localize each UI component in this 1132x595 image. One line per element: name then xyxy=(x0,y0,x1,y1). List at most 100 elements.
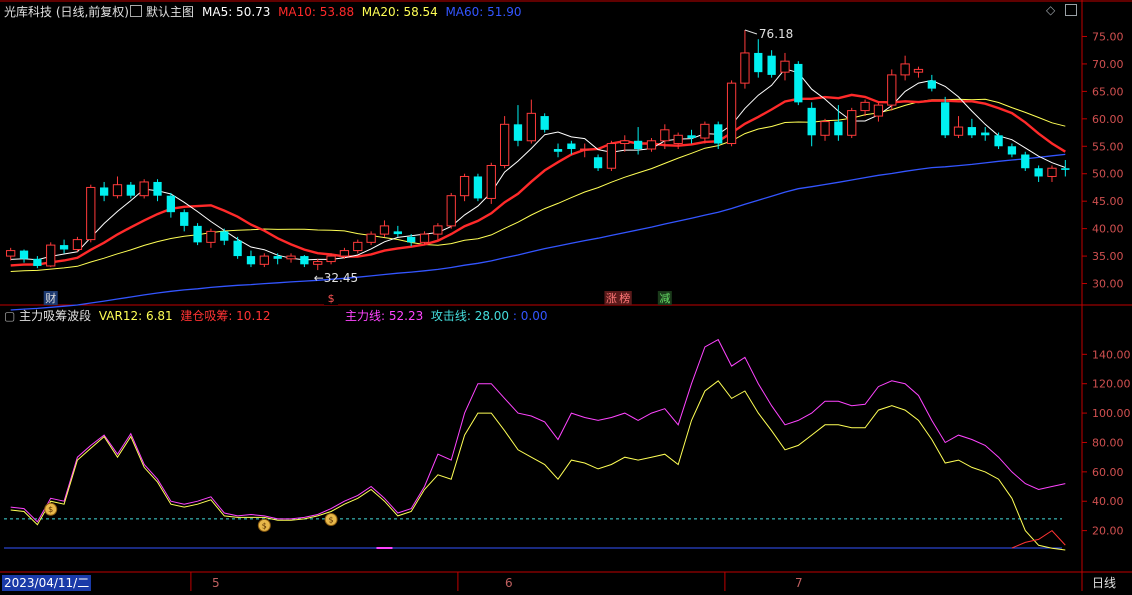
money-bag-symbol: $ xyxy=(48,505,53,514)
ind-y-tick-label: 60.00 xyxy=(1092,466,1124,479)
candle-body-down xyxy=(994,135,1003,147)
candle-body-down xyxy=(407,236,416,243)
y-tick-label: 40.00 xyxy=(1092,223,1124,236)
ma5-line xyxy=(10,68,1066,261)
candle-body-up xyxy=(820,121,830,136)
candle-body-down xyxy=(246,256,256,265)
candle-body-down xyxy=(513,124,523,141)
candle-body-down xyxy=(166,195,176,213)
candle-body-down xyxy=(754,52,763,73)
ma20-line xyxy=(10,98,1066,272)
candle-body-up xyxy=(86,186,96,241)
ma10-line xyxy=(10,93,1066,267)
candle-body-up xyxy=(860,101,870,112)
y-tick-label: 75.00 xyxy=(1092,30,1124,43)
stock-chart-window[interactable]: 30.00 35.00 40.00 45.00 50.00 55.00 60.00 65.00… xyxy=(0,0,1132,595)
date-cursor-label: 2023/04/11/二 xyxy=(2,575,92,591)
zhuli-label: 主力线: 52.23 xyxy=(345,309,424,323)
jiancang-label: 建仓吸筹: 10.12 xyxy=(180,309,271,323)
candle-body-down xyxy=(153,181,162,196)
candle-body-down xyxy=(794,63,803,103)
indicator-header: ▢ 主力吸筹波段 VAR12: 6.81 建仓吸筹: 10.12 xyxy=(4,308,271,324)
candle-body-up xyxy=(700,123,710,139)
y-tick-label: 50.00 xyxy=(1092,168,1124,181)
chart-canvas[interactable]: 30.00 35.00 40.00 45.00 50.00 55.00 60.00 65.00… xyxy=(0,0,1132,595)
template-label: 默认主图 xyxy=(146,5,195,19)
candle-body-down xyxy=(180,212,189,226)
candle-body-up xyxy=(726,82,737,145)
ind-y-tick-label: 140.00 xyxy=(1092,348,1131,361)
y-tick-label: 65.00 xyxy=(1092,85,1124,98)
candle-body-up xyxy=(206,230,216,243)
candle-body-up xyxy=(112,184,123,197)
y-tick-label: 60.00 xyxy=(1092,113,1124,126)
candle-body-down xyxy=(59,245,69,250)
candle-body-down xyxy=(553,149,563,152)
candle-body-up xyxy=(499,123,510,166)
candle-body-up xyxy=(433,225,443,235)
candle-body-up xyxy=(900,63,910,76)
ma60-line xyxy=(10,153,1066,311)
candle-body-up xyxy=(646,140,657,150)
var12-label: VAR12: 6.81 xyxy=(98,309,173,323)
high-price-label: 76.18 xyxy=(759,27,793,41)
zero-label: : 0.00 xyxy=(512,309,548,323)
month-label-7: 7 xyxy=(795,576,803,590)
candle-body-down xyxy=(767,55,776,75)
indicator-header-right: 主力线: 52.23 攻击线: 28.00 : 0.00 xyxy=(345,308,547,324)
indicator-name: 主力吸筹波段 xyxy=(19,309,92,323)
event-marker-2: 涨 xyxy=(606,292,617,305)
candle-body-down xyxy=(1061,168,1070,170)
event-marker-3: 榜 xyxy=(619,291,630,305)
candle-body-up xyxy=(339,250,350,257)
template-selector[interactable]: 默认主图 xyxy=(130,4,194,20)
y-tick-label: 45.00 xyxy=(1092,195,1124,208)
candle-body-up xyxy=(286,255,296,260)
ma-legend: MA5: 50.73 MA10: 53.88 MA20: 58.54 MA60:… xyxy=(202,4,521,20)
ind-y-tick-label: 100.00 xyxy=(1092,407,1131,420)
stock-title: 光库科技 (日线,前复权) xyxy=(4,5,129,19)
candle-body-up xyxy=(1047,167,1057,177)
candle-body-down xyxy=(593,157,603,169)
y-tick-label: 35.00 xyxy=(1092,250,1124,263)
event-marker-1: $ xyxy=(328,292,335,305)
candle-body-up xyxy=(620,140,630,145)
candle-body-up xyxy=(313,261,323,265)
candle-body-down xyxy=(633,140,643,150)
candle-body-up xyxy=(847,110,857,136)
candle-body-up xyxy=(740,52,750,84)
candle-body-down xyxy=(981,132,990,136)
candle-body-down xyxy=(193,225,202,243)
candle-body-down xyxy=(19,250,29,259)
candle-body-up xyxy=(446,195,456,227)
candle-body-down xyxy=(126,184,135,196)
candle-body-down xyxy=(99,187,109,196)
gongji-label: 攻击线: 28.00 xyxy=(430,309,510,323)
candle-body-up xyxy=(46,244,56,267)
candle-body-down xyxy=(807,107,816,136)
window-icon[interactable] xyxy=(1065,4,1077,16)
month-label-5: 5 xyxy=(212,576,220,590)
candle-body-up xyxy=(887,74,897,106)
candle-body-up xyxy=(526,112,536,142)
candle-body-down xyxy=(967,127,977,136)
candle-body-up xyxy=(72,239,83,250)
var12-line xyxy=(10,380,1066,551)
candle-body-down xyxy=(473,176,483,199)
diamond-icon[interactable]: ◇ xyxy=(1046,3,1055,17)
y-tick-label: 30.00 xyxy=(1092,278,1124,291)
candle-body-up xyxy=(660,129,670,142)
candle-body-down xyxy=(927,80,936,89)
indicator-box-icon[interactable]: ▢ xyxy=(4,309,15,323)
period-label[interactable]: 日线 xyxy=(1092,575,1116,591)
candle-body-up xyxy=(366,233,376,243)
ind-y-tick-label: 120.00 xyxy=(1092,378,1131,391)
y-tick-label: 70.00 xyxy=(1092,58,1124,71)
ma20-label: MA20: 58.54 xyxy=(361,5,438,19)
candle-body-up xyxy=(606,143,617,169)
candle-body-up xyxy=(459,175,470,197)
candle-body-up xyxy=(139,181,149,197)
candle-body-up xyxy=(419,233,430,243)
candle-body-up xyxy=(913,68,924,73)
ma10-label: MA10: 53.88 xyxy=(278,5,355,19)
